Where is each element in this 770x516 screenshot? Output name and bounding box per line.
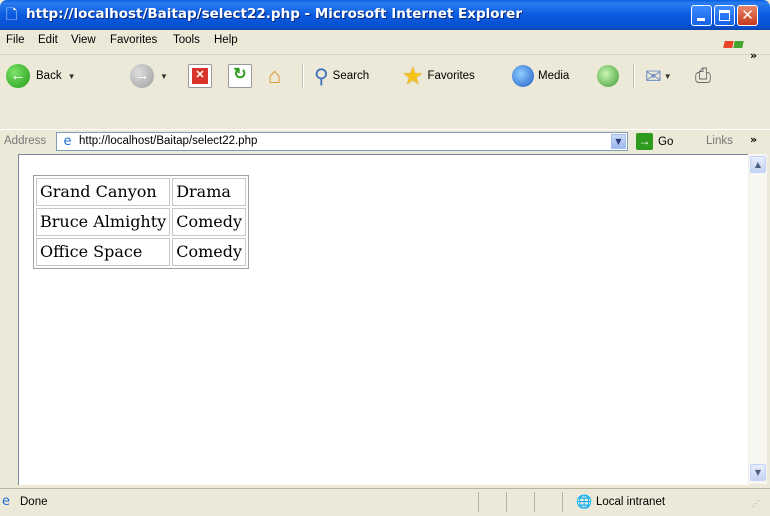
address-input[interactable]: e http://localhost/Baitap/select22.php ▼: [56, 132, 628, 151]
status-bar: e Done 🌐 Local intranet ⋰: [0, 488, 770, 516]
resize-grip-icon[interactable]: ⋰: [752, 500, 766, 513]
table-row: Grand Canyon Drama: [36, 178, 246, 206]
refresh-button[interactable]: ↻: [228, 59, 252, 93]
go-arrow-icon: →: [636, 133, 653, 150]
toolbar-separator: [302, 63, 304, 89]
maximize-button[interactable]: [714, 5, 735, 26]
menu-help[interactable]: Help: [214, 34, 238, 46]
window-title: http://localhost/Baitap/select22.php - M…: [26, 6, 522, 22]
menu-favorites[interactable]: Favorites: [110, 34, 157, 46]
links-label[interactable]: Links: [706, 135, 733, 147]
history-button[interactable]: [597, 59, 619, 93]
print-button[interactable]: ⎙: [695, 59, 711, 93]
forward-arrow-icon: →: [130, 64, 154, 88]
stop-icon: ✕: [188, 64, 212, 88]
menu-view[interactable]: View: [71, 34, 96, 46]
title-bar[interactable]: 🗋 http://localhost/Baitap/select22.php -…: [0, 0, 770, 30]
intranet-zone-icon: 🌐: [576, 495, 593, 510]
status-pane: [562, 492, 563, 512]
toolbar-separator: [633, 63, 635, 89]
close-button[interactable]: ✕: [737, 5, 758, 26]
address-value: http://localhost/Baitap/select22.php: [79, 135, 258, 147]
stop-button[interactable]: ✕: [188, 59, 212, 93]
menu-file[interactable]: File: [6, 34, 25, 46]
favorites-button[interactable]: ★ Favorites: [402, 59, 475, 93]
go-button[interactable]: → Go: [636, 133, 673, 150]
favorites-label: Favorites: [427, 70, 475, 82]
mail-button[interactable]: ✉ ▼: [645, 59, 672, 93]
status-pane: [478, 492, 479, 512]
media-label: Media: [538, 70, 570, 82]
status-pane: [506, 492, 507, 512]
zone-label: Local intranet: [596, 496, 666, 508]
printer-icon: ⎙: [695, 64, 711, 87]
back-button[interactable]: ← Back ▼: [6, 59, 76, 93]
vertical-scrollbar[interactable]: ▲ ▼: [748, 154, 767, 484]
movie-genre-cell: Drama: [172, 178, 246, 206]
movie-title-cell: Grand Canyon: [36, 178, 171, 206]
ie-page-icon: e: [2, 494, 10, 509]
scroll-down-button[interactable]: ▼: [750, 464, 766, 481]
back-dropdown-icon[interactable]: ▼: [68, 72, 76, 81]
close-icon: ✕: [741, 6, 754, 24]
refresh-icon: ↻: [228, 64, 252, 88]
movie-genre-cell: Comedy: [172, 238, 246, 266]
address-label: Address: [4, 135, 47, 147]
menu-edit[interactable]: Edit: [38, 34, 58, 46]
ie-page-icon: 🗋: [6, 7, 18, 23]
minimize-icon: [697, 18, 705, 21]
table-row: Bruce Almighty Comedy: [36, 208, 246, 236]
forward-button[interactable]: → ▼: [130, 59, 168, 93]
back-label: Back: [36, 70, 62, 82]
go-label: Go: [658, 135, 674, 148]
mail-dropdown-icon[interactable]: ▼: [664, 72, 672, 81]
menu-tools[interactable]: Tools: [173, 34, 200, 46]
page-content: Grand Canyon Drama Bruce Almighty Comedy Off…: [18, 154, 749, 485]
status-pane: [534, 492, 535, 512]
mail-icon: ✉: [645, 65, 662, 88]
home-button[interactable]: ⌂: [268, 59, 281, 93]
toolbar-overflow-chevron-icon[interactable]: »: [750, 49, 757, 62]
media-icon: [512, 65, 534, 87]
links-chevron-icon[interactable]: »: [750, 133, 757, 146]
browser-window: 🗋 http://localhost/Baitap/select22.php -…: [0, 0, 770, 516]
windows-logo-icon: [723, 34, 748, 67]
scroll-up-button[interactable]: ▲: [750, 156, 766, 173]
forward-dropdown-icon[interactable]: ▼: [160, 72, 168, 81]
table-row: Office Space Comedy: [36, 238, 246, 266]
ie-page-icon: e: [63, 134, 72, 149]
star-icon: ★: [402, 62, 424, 90]
address-dropdown-icon[interactable]: ▼: [611, 134, 626, 149]
standard-toolbar: ← Back ▼ → ▼ ✕ ↻ ⌂ ⚲ Search ★ Favorites …: [0, 49, 770, 130]
maximize-icon: [719, 10, 730, 21]
movie-title-cell: Bruce Almighty: [36, 208, 171, 236]
movie-genre-cell: Comedy: [172, 208, 246, 236]
history-icon: [597, 65, 619, 87]
minimize-button[interactable]: [691, 5, 712, 26]
search-icon: ⚲: [314, 65, 329, 88]
media-button[interactable]: Media: [512, 59, 569, 93]
menu-bar: File Edit View Favorites Tools Help: [0, 30, 770, 55]
home-icon: ⌂: [268, 63, 282, 88]
movie-title-cell: Office Space: [36, 238, 171, 266]
address-bar: Address e http://localhost/Baitap/select…: [0, 129, 770, 154]
search-label: Search: [332, 70, 370, 82]
search-button[interactable]: ⚲ Search: [314, 59, 369, 93]
status-text: Done: [20, 496, 48, 508]
movies-table: Grand Canyon Drama Bruce Almighty Comedy Off…: [33, 175, 249, 269]
back-arrow-icon: ←: [6, 64, 30, 88]
